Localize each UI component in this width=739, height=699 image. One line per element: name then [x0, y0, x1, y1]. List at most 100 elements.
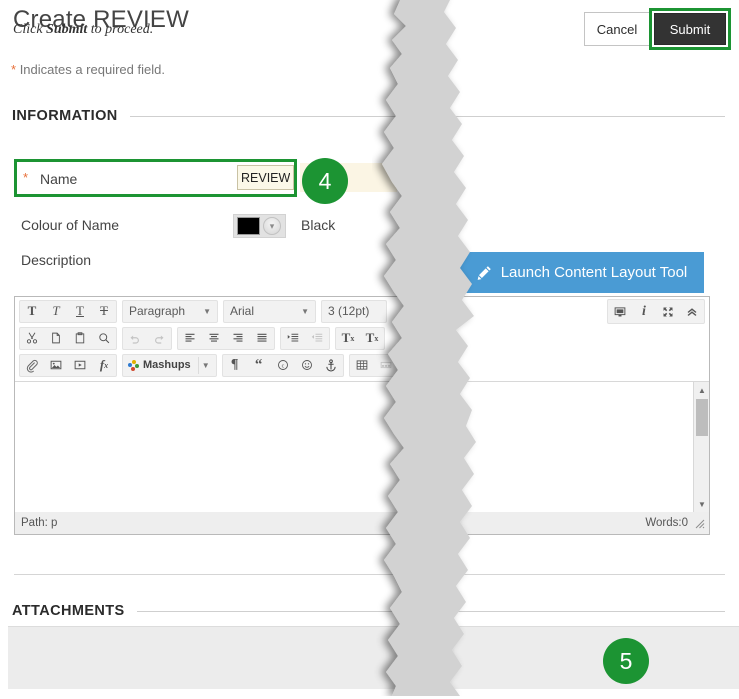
insert-video-icon[interactable] [68, 355, 92, 376]
scroll-down-icon[interactable]: ▼ [694, 496, 710, 512]
section-heading-attachments: ATTACHMENTS [12, 603, 725, 619]
required-note-text: Indicates a required field. [19, 62, 165, 77]
font-family-select-label: Arial [230, 304, 255, 318]
editor-content-text [15, 382, 709, 388]
blockquote-icon[interactable]: “ [247, 355, 271, 376]
paste-icon[interactable] [68, 328, 92, 349]
section-heading-information-label: INFORMATION [12, 108, 118, 124]
copyright-icon[interactable]: c [271, 355, 295, 376]
chevron-down-icon[interactable]: ▼ [197, 356, 214, 374]
pencil-icon [477, 265, 492, 280]
preview-icon[interactable] [608, 301, 632, 322]
scroll-up-icon[interactable]: ▲ [694, 382, 710, 398]
step-badge-5: 5 [603, 638, 649, 684]
submit-hint-text: Click Submit to proceed. [13, 22, 153, 38]
editor-path-label[interactable]: Path: p [21, 517, 57, 529]
name-input[interactable] [237, 165, 294, 190]
cut-icon[interactable] [20, 328, 44, 349]
submit-hint-prefix: Click [13, 22, 47, 37]
insert-image-icon[interactable] [44, 355, 68, 376]
underline-icon[interactable]: T [68, 301, 92, 322]
submit-hint-suffix: to proceed. [87, 22, 154, 37]
chevron-down-icon: ▼ [203, 306, 211, 316]
outdent-icon[interactable] [305, 328, 329, 349]
editor-status-bar: Path: p Words:0 [15, 512, 709, 534]
alignment-button-group [177, 326, 275, 350]
font-size-select-label: 3 (12pt) [328, 304, 370, 318]
mashups-button[interactable]: Mashups ▼ [122, 353, 217, 377]
search-icon[interactable] [92, 328, 116, 349]
pilcrow-icon[interactable]: ¶ [223, 355, 247, 376]
emoticon-icon[interactable] [295, 355, 319, 376]
launch-content-layout-tool-button[interactable]: Launch Content Layout Tool [460, 252, 704, 293]
indent-button-group [280, 326, 330, 350]
mashups-label: Mashups [143, 359, 191, 371]
insert-formula-icon[interactable]: fx [92, 355, 116, 376]
colour-of-name-label: Colour of Name [21, 217, 120, 233]
table-properties-icon[interactable] [374, 355, 398, 376]
superscript-icon[interactable]: Tx [336, 328, 360, 349]
mashups-icon [128, 359, 139, 371]
submit-button[interactable]: Submit [654, 13, 726, 45]
editor-toolbar-row-1: T T T T Paragraph ▼ Arial ▼ 3 (12pt) i [15, 297, 709, 324]
section-divider [136, 610, 725, 612]
editor-toolbar-row-2: Tx Tx [15, 324, 709, 351]
section-divider [129, 115, 725, 117]
scrollbar-thumb[interactable] [696, 399, 708, 436]
section-heading-attachments-label: ATTACHMENTS [12, 603, 125, 619]
colour-of-name-row: Colour of Name ▾ Black [21, 214, 341, 240]
editor-scrollbar[interactable]: ▲ ▼ [693, 382, 709, 512]
align-left-icon[interactable] [178, 328, 202, 349]
fullscreen-icon[interactable] [656, 301, 680, 322]
format-select-label: Paragraph [129, 304, 186, 318]
strikethrough-icon[interactable]: T [92, 301, 116, 322]
bold-icon[interactable]: T [20, 301, 44, 322]
submit-hint-bold: Submit [46, 22, 88, 37]
editor-content-area[interactable]: ▲ ▼ [15, 381, 709, 513]
align-right-icon[interactable] [226, 328, 250, 349]
step-badge-4: 4 [302, 158, 348, 204]
colour-picker[interactable]: ▾ [233, 214, 286, 238]
special-character-button-group: ¶ “ c [221, 353, 344, 377]
anchor-icon[interactable] [319, 355, 343, 376]
italic-icon[interactable]: T [44, 301, 68, 322]
redo-icon[interactable] [147, 328, 171, 349]
section-heading-information: INFORMATION [12, 108, 725, 124]
align-center-icon[interactable] [202, 328, 226, 349]
format-select[interactable]: Paragraph ▼ [122, 299, 218, 323]
subscript-icon[interactable]: Tx [360, 328, 384, 349]
required-field-note: * Indicates a required field. [11, 62, 165, 77]
colour-value-label: Black [301, 217, 336, 233]
font-family-select[interactable]: Arial ▼ [223, 299, 316, 323]
history-button-group [122, 326, 172, 350]
name-field-label: Name [40, 171, 78, 187]
text-style-button-group: T T T T [19, 299, 117, 323]
indent-icon[interactable] [281, 328, 305, 349]
chevron-down-icon: ▼ [301, 306, 309, 316]
colour-swatch[interactable] [237, 217, 260, 235]
clipboard-button-group [19, 326, 117, 350]
collapse-toolbar-icon[interactable] [680, 301, 704, 322]
insert-button-group: fx [19, 353, 117, 377]
rich-text-editor: T T T T Paragraph ▼ Arial ▼ 3 (12pt) i T… [14, 296, 710, 535]
font-size-select[interactable]: 3 (12pt) [321, 299, 387, 323]
description-field-label: Description [21, 252, 92, 268]
info-icon[interactable]: i [632, 301, 656, 322]
launch-content-layout-tool-label: Launch Content Layout Tool [500, 264, 688, 281]
section-divider-bottom [14, 574, 725, 575]
align-justify-icon[interactable] [250, 328, 274, 349]
editor-toolbar-right-group: i [607, 299, 705, 324]
undo-icon[interactable] [123, 328, 147, 349]
copy-icon[interactable] [44, 328, 68, 349]
table-button-group [348, 353, 399, 377]
resize-grip-icon[interactable] [693, 517, 705, 529]
attach-file-icon[interactable] [20, 355, 44, 376]
editor-word-count: Words:0 [645, 517, 688, 529]
cancel-button[interactable]: Cancel [584, 12, 650, 46]
name-required-asterisk: * [23, 170, 29, 185]
editor-toolbar-row-3: fx Mashups ▼ ¶ “ c [15, 351, 709, 378]
insert-table-icon[interactable] [350, 355, 374, 376]
required-asterisk: * [11, 62, 17, 77]
script-button-group: Tx Tx [335, 326, 385, 350]
chevron-down-icon[interactable]: ▾ [263, 217, 281, 235]
